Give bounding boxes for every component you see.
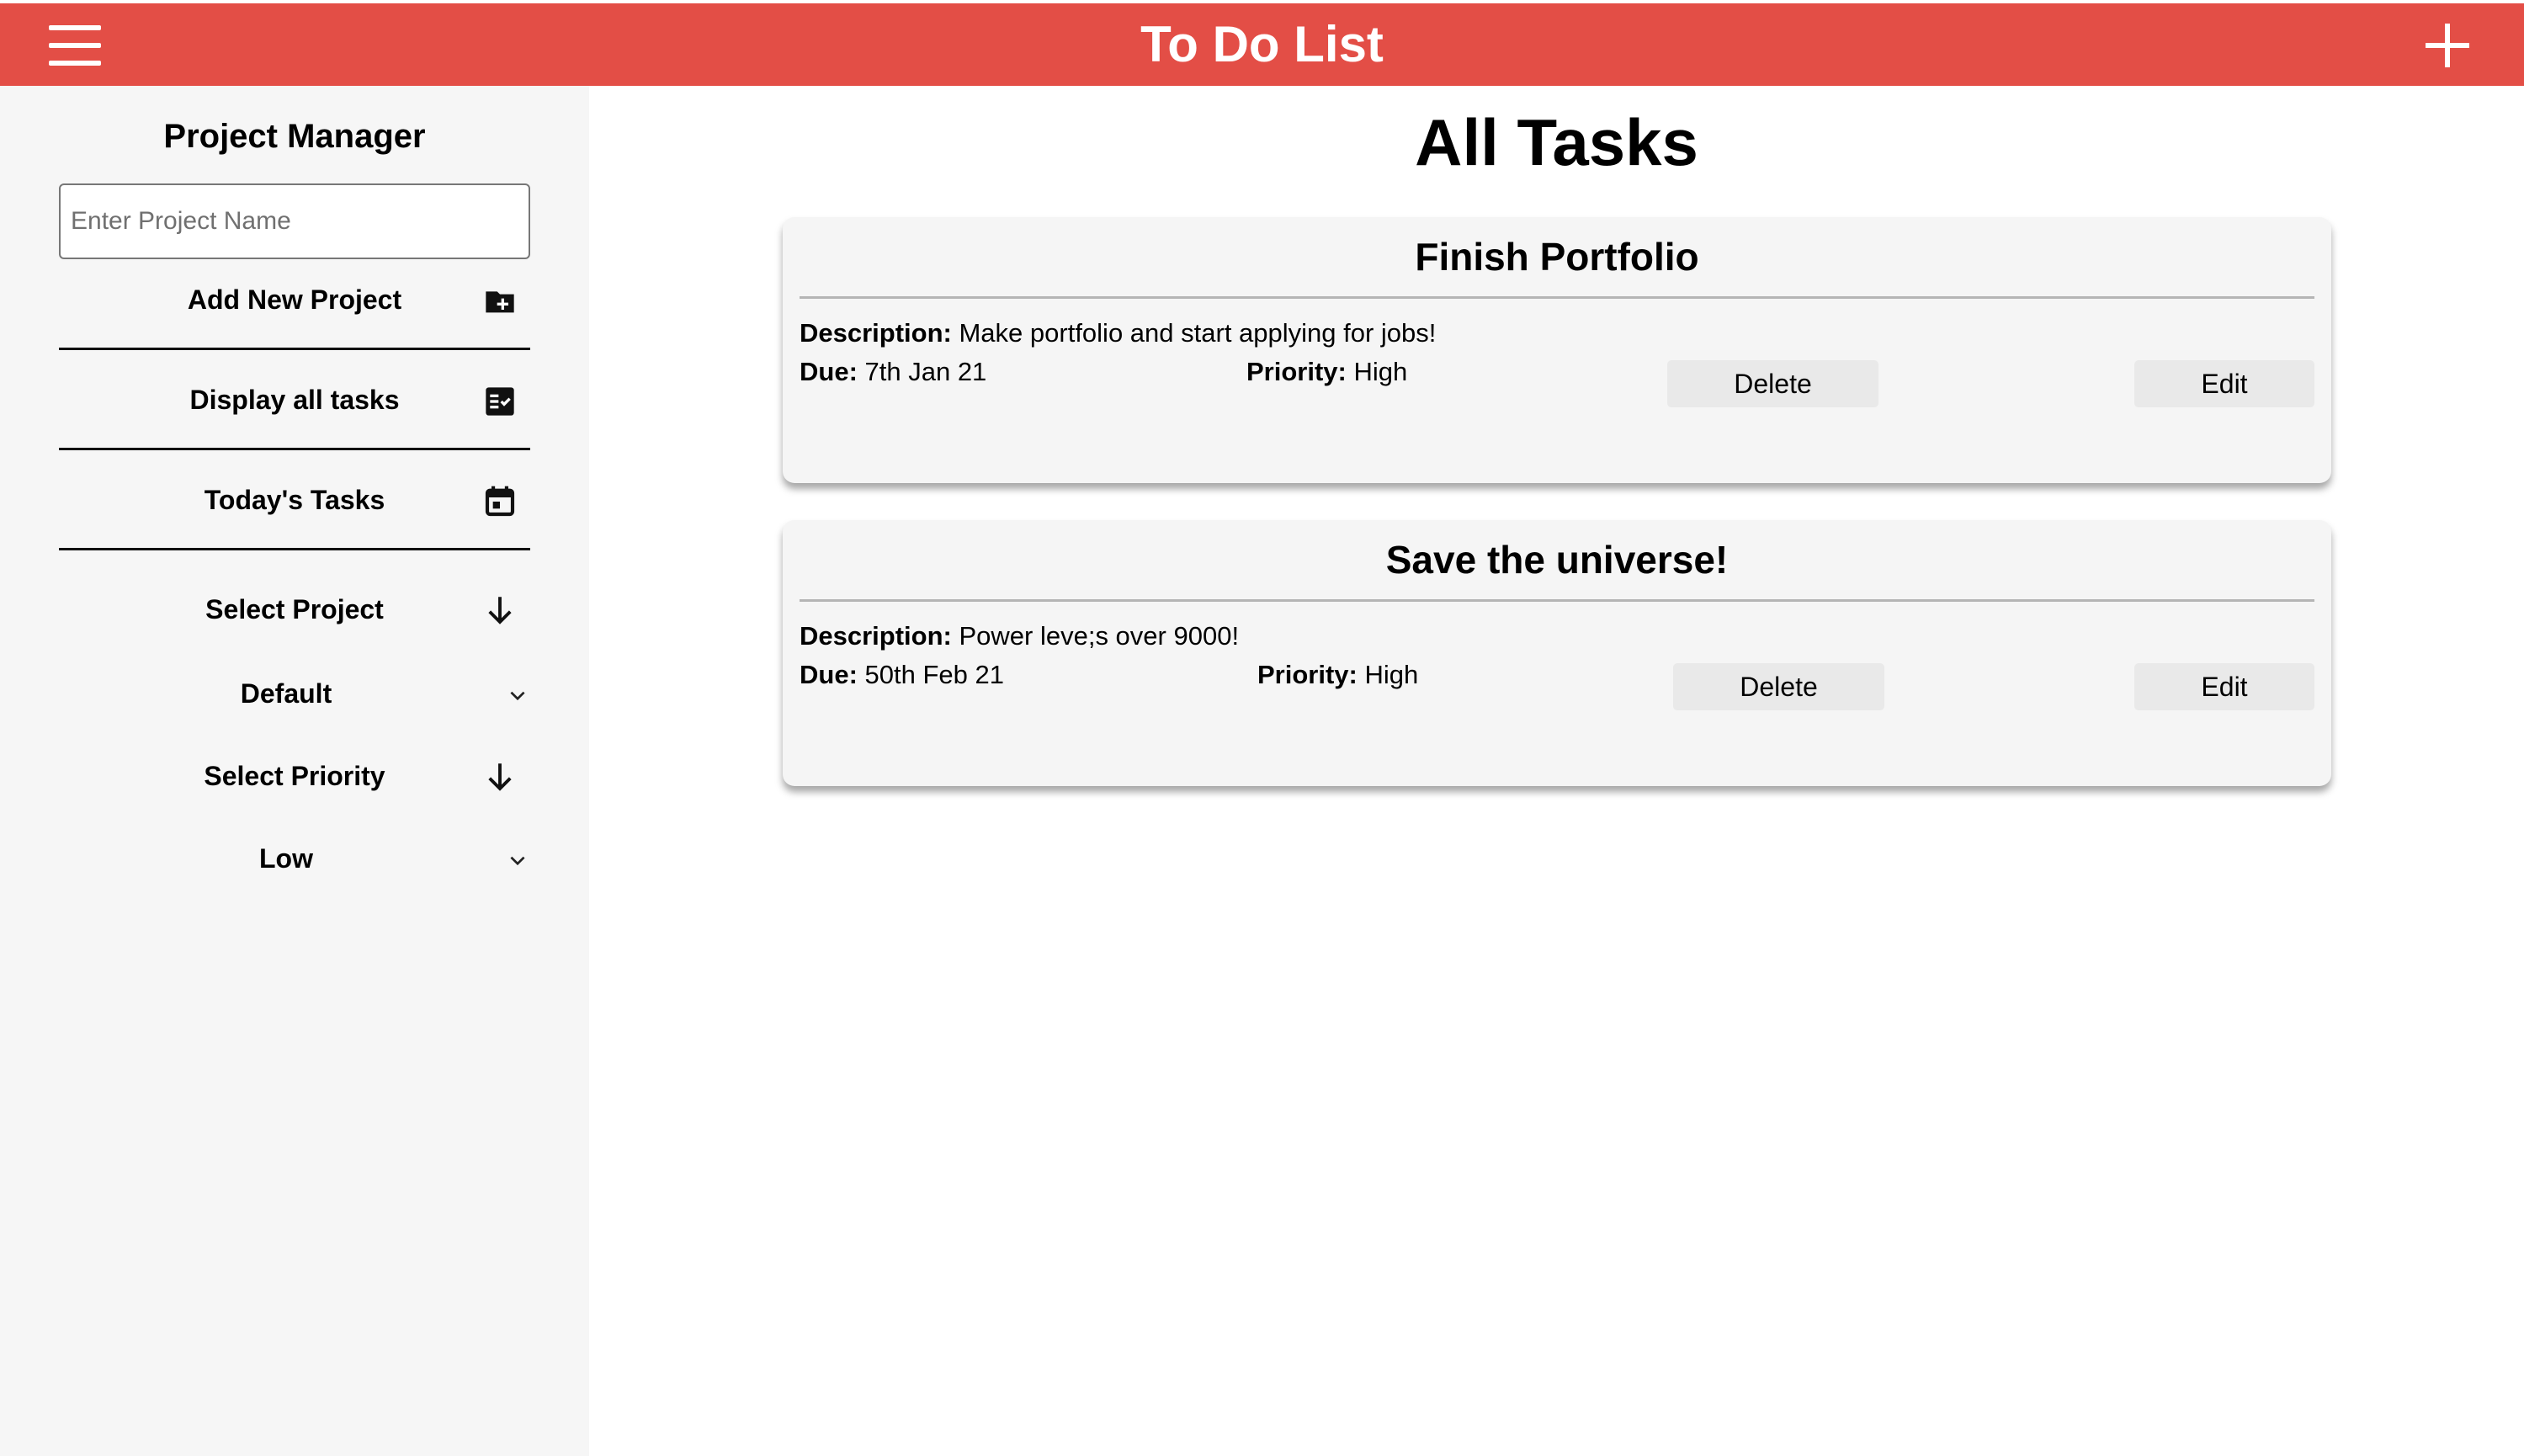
project-name-input[interactable] [59, 183, 530, 259]
page-title: All Tasks [1415, 105, 1698, 179]
priority-select-value: Low [259, 843, 313, 874]
description-label: Description: [800, 621, 952, 651]
todays-tasks-button[interactable]: Today's Tasks [59, 463, 530, 550]
task-title: Save the universe! [1385, 538, 1729, 582]
divider [800, 296, 2314, 299]
task-description: Description: Power leve;s over 9000! [800, 621, 1239, 651]
select-project-toggle[interactable]: Select Project [59, 586, 530, 636]
app-title: To Do List [1140, 16, 1384, 72]
checklist-icon [486, 387, 514, 416]
plus-icon[interactable] [2426, 24, 2469, 67]
description-value: Power leve;s over 9000! [959, 621, 1240, 651]
task-priority: Priority: High [1257, 660, 1418, 690]
edit-button[interactable]: Edit [2134, 360, 2314, 407]
delete-button[interactable]: Delete [1667, 360, 1878, 407]
top-bar: To Do List [0, 3, 2524, 86]
priority-label: Priority: [1246, 357, 1347, 386]
priority-label: Priority: [1257, 660, 1358, 689]
due-value: 7th Jan 21 [864, 357, 987, 386]
priority-select[interactable]: Low [59, 835, 530, 885]
task-card: Finish Portfolio Description: Make portf… [783, 217, 2331, 483]
sidebar: Project Manager Add New Project Display … [0, 86, 589, 1456]
due-label: Due: [800, 660, 858, 689]
add-new-project-button[interactable]: Add New Project [59, 263, 530, 350]
task-priority: Priority: High [1246, 357, 1407, 387]
display-all-tasks-button[interactable]: Display all tasks [59, 363, 530, 450]
project-select[interactable]: Default [59, 670, 530, 720]
display-all-tasks-label: Display all tasks [189, 385, 400, 415]
select-priority-toggle[interactable]: Select Priority [59, 752, 530, 803]
delete-button[interactable]: Delete [1673, 663, 1884, 710]
due-value: 50th Feb 21 [864, 660, 1004, 689]
todays-tasks-label: Today's Tasks [204, 485, 385, 515]
arrow-down-icon [488, 763, 512, 791]
select-priority-label: Select Priority [204, 761, 385, 791]
chevron-down-icon [510, 691, 525, 701]
description-label: Description: [800, 318, 952, 348]
task-title: Finish Portfolio [1415, 235, 1699, 279]
add-new-project-label: Add New Project [187, 284, 402, 315]
priority-value: High [1353, 357, 1408, 386]
priority-value: High [1364, 660, 1419, 689]
calendar-icon [485, 486, 515, 517]
sidebar-title: Project Manager [163, 118, 426, 155]
task-card: Save the universe! Description: Power le… [783, 520, 2331, 786]
task-description: Description: Make portfolio and start ap… [800, 318, 1436, 348]
task-due: Due: 50th Feb 21 [800, 660, 1004, 690]
arrow-down-icon [488, 597, 512, 624]
due-label: Due: [800, 357, 858, 386]
folder-plus-icon [486, 291, 514, 313]
description-value: Make portfolio and start applying for jo… [959, 318, 1437, 348]
select-project-label: Select Project [205, 594, 384, 624]
chevron-down-icon [510, 856, 525, 866]
edit-button[interactable]: Edit [2134, 663, 2314, 710]
task-due: Due: 7th Jan 21 [800, 357, 986, 387]
divider [800, 599, 2314, 602]
project-select-value: Default [240, 678, 332, 709]
